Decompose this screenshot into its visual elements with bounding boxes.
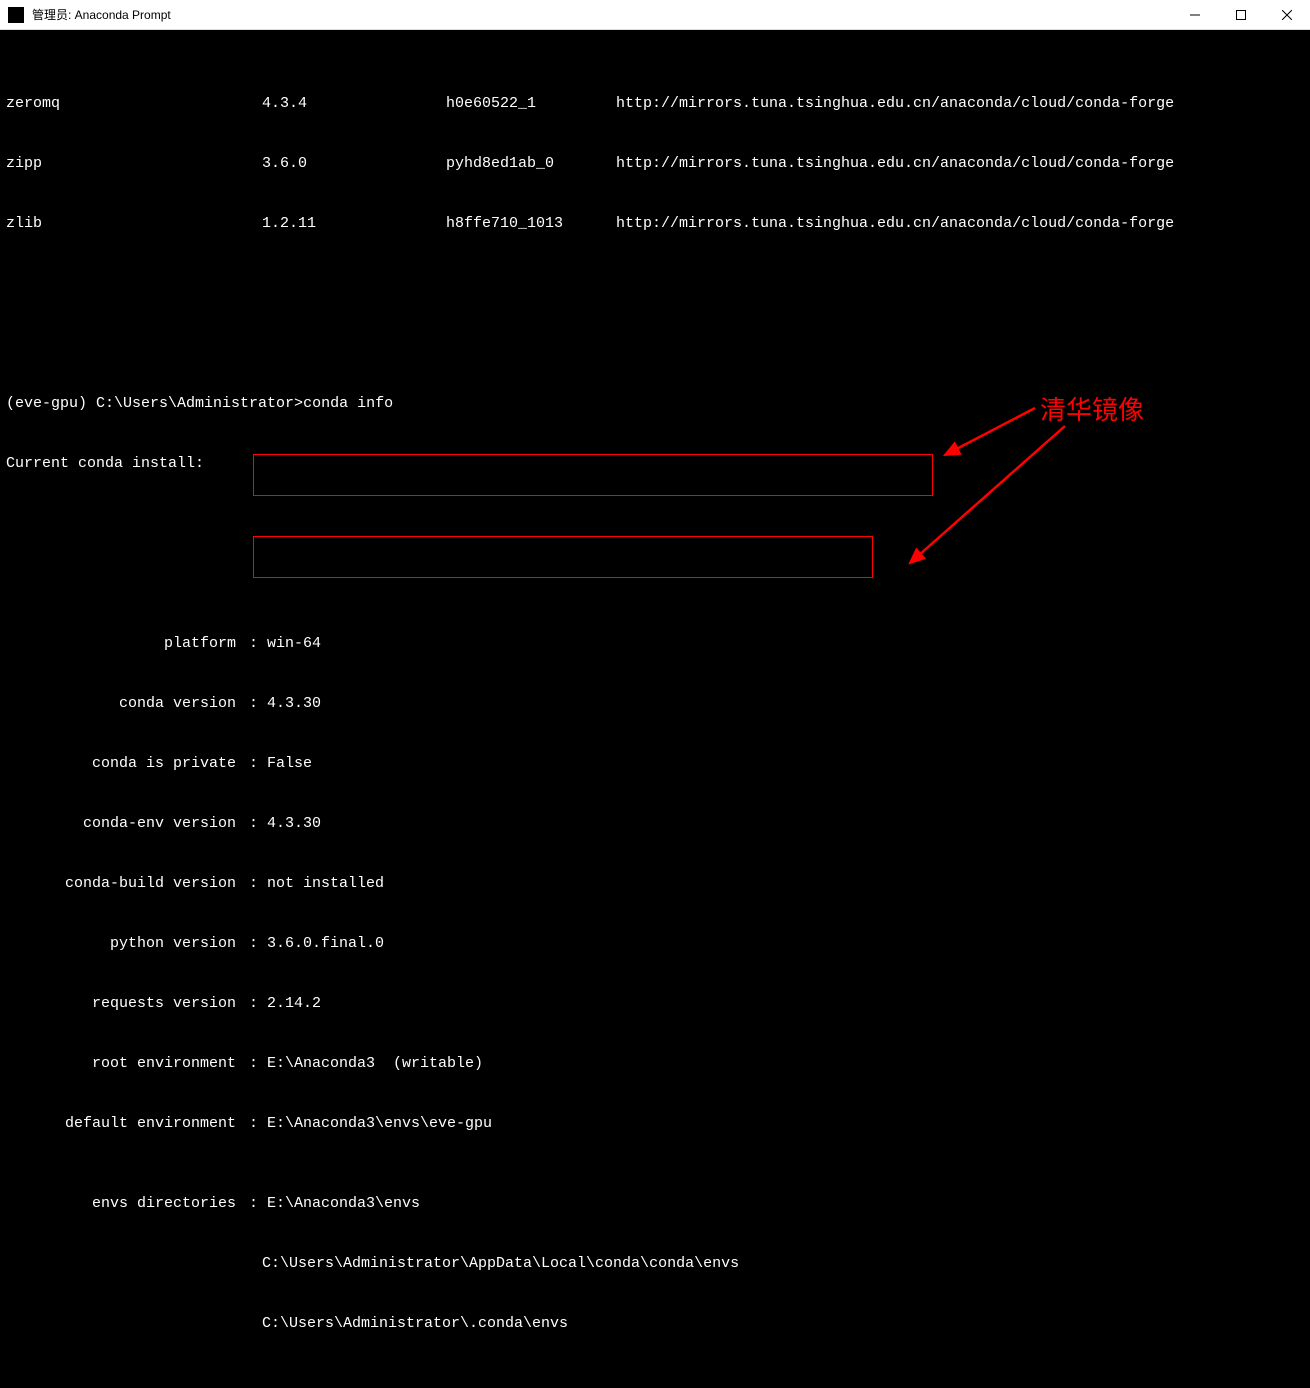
package-version: 4.3.4 (262, 94, 446, 114)
info-key: conda version (6, 694, 240, 714)
info-row: default environment : E:\Anaconda3\envs\… (6, 1114, 1304, 1134)
prompt-command: conda info (303, 395, 393, 412)
package-version: 1.2.11 (262, 214, 446, 234)
package-row: zeromq 4.3.4 h0e60522_1 http://mirrors.t… (6, 94, 1304, 114)
titlebar: 管理员: Anaconda Prompt (0, 0, 1310, 30)
package-row: zlib 1.2.11 h8ffe710_1013 http://mirrors… (6, 214, 1304, 234)
package-build: pyhd8ed1ab_0 (446, 154, 616, 174)
info-value: not installed (267, 874, 384, 894)
package-build: h0e60522_1 (446, 94, 616, 114)
info-value: 3.6.0.final.0 (267, 934, 384, 954)
annotation-label: 清华镜像 (1040, 390, 1144, 427)
maximize-button[interactable] (1218, 0, 1264, 29)
minimize-button[interactable] (1172, 0, 1218, 29)
info-key: python version (6, 934, 240, 954)
info-row: conda is private : False (6, 754, 1304, 774)
info-key: conda-env version (6, 814, 240, 834)
info-row: envs directories : E:\Anaconda3\envs (6, 1194, 1304, 1214)
info-value-cont: C:\Users\Administrator\.conda\envs (6, 1314, 1304, 1334)
package-row: zipp 3.6.0 pyhd8ed1ab_0 http://mirrors.t… (6, 154, 1304, 174)
info-value: E:\Anaconda3 (writable) (267, 1054, 483, 1074)
package-source: http://mirrors.tuna.tsinghua.edu.cn/anac… (616, 154, 1174, 174)
info-key: requests version (6, 994, 240, 1014)
window-controls (1172, 0, 1310, 29)
info-value: False (267, 754, 312, 774)
info-value: 4.3.30 (267, 814, 321, 834)
package-name: zipp (6, 154, 262, 174)
prompt-prefix: (eve-gpu) C:\Users\Administrator> (6, 395, 303, 412)
package-name: zeromq (6, 94, 262, 114)
info-row: python version : 3.6.0.final.0 (6, 934, 1304, 954)
close-button[interactable] (1264, 0, 1310, 29)
info-row: conda-env version : 4.3.30 (6, 814, 1304, 834)
info-row: requests version : 2.14.2 (6, 994, 1304, 1014)
info-value: E:\Anaconda3\envs\eve-gpu (267, 1114, 492, 1134)
info-row: root environment : E:\Anaconda3 (writabl… (6, 1054, 1304, 1074)
terminal-output[interactable]: zeromq 4.3.4 h0e60522_1 http://mirrors.t… (0, 30, 1310, 1388)
info-value-cont: C:\Users\Administrator\AppData\Local\con… (6, 1254, 1304, 1274)
info-key: envs directories (6, 1194, 240, 1214)
info-key: conda-build version (6, 874, 240, 894)
info-key: default environment (6, 1114, 240, 1134)
info-value: 4.3.30 (267, 694, 321, 714)
app-icon (8, 7, 24, 23)
package-source: http://mirrors.tuna.tsinghua.edu.cn/anac… (616, 94, 1174, 114)
info-row: conda-build version : not installed (6, 874, 1304, 894)
info-value: E:\Anaconda3\envs (267, 1194, 420, 1214)
info-key: root environment (6, 1054, 240, 1074)
package-source: http://mirrors.tuna.tsinghua.edu.cn/anac… (616, 214, 1174, 234)
info-key: conda is private (6, 754, 240, 774)
package-build: h8ffe710_1013 (446, 214, 616, 234)
package-version: 3.6.0 (262, 154, 446, 174)
info-value: win-64 (267, 634, 321, 654)
window-title: 管理员: Anaconda Prompt (32, 6, 1172, 23)
info-row: platform : win-64 (6, 634, 1304, 654)
info-value: 2.14.2 (267, 994, 321, 1014)
info-row: conda version : 4.3.30 (6, 694, 1304, 714)
header-line: Current conda install: (6, 454, 1304, 474)
info-key: platform (6, 634, 240, 654)
package-name: zlib (6, 214, 262, 234)
